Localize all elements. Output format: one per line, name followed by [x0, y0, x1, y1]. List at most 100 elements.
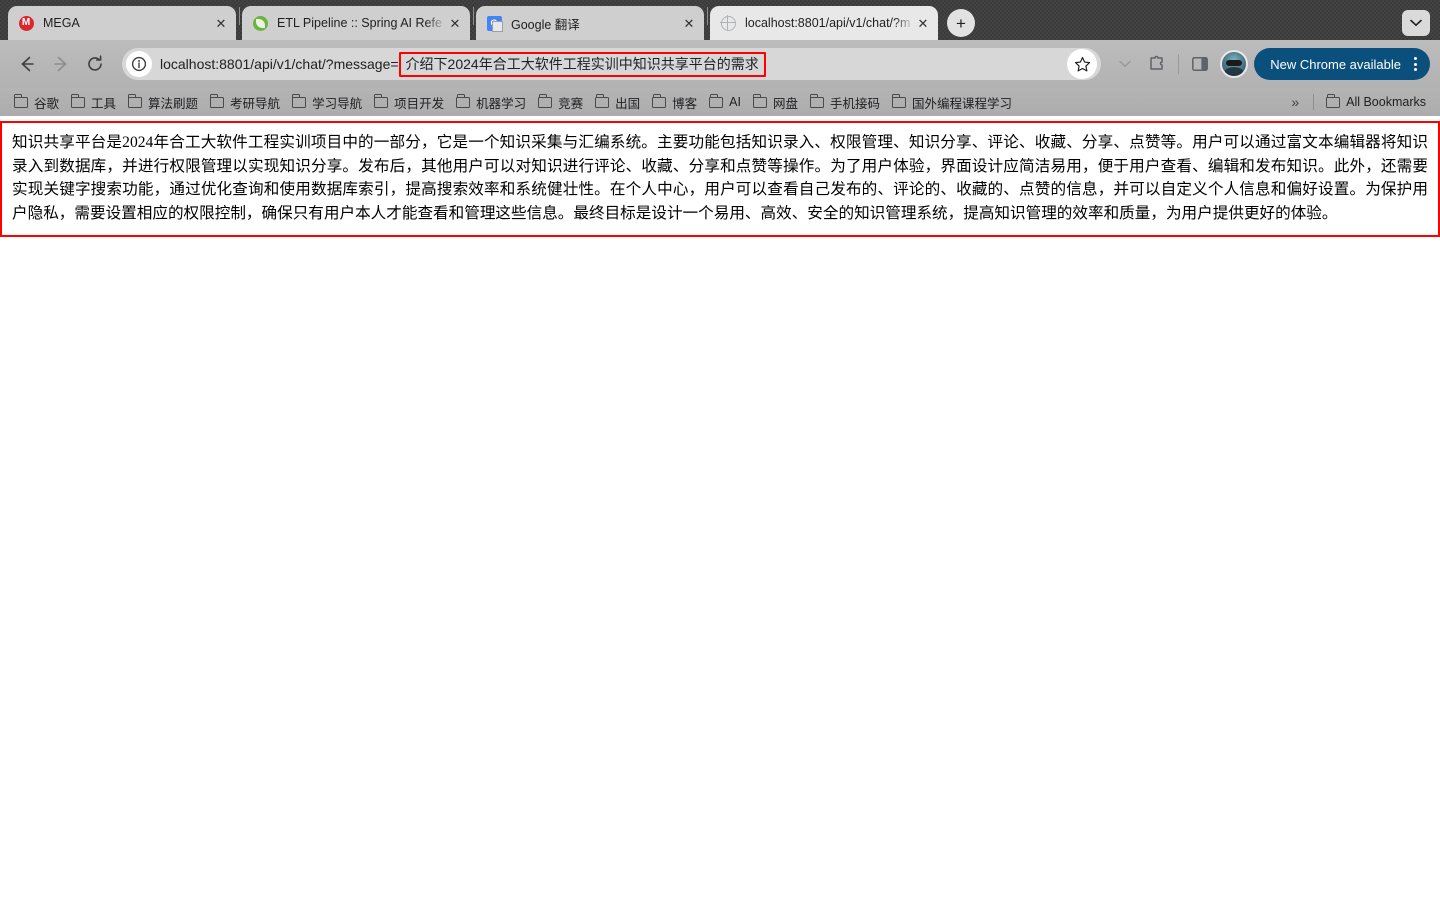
toolbar-divider — [1178, 54, 1179, 74]
bookmark-label: 机器学习 — [476, 93, 526, 112]
plus-icon: + — [956, 15, 966, 32]
bookmark-folder-chuguo[interactable]: 出国 — [589, 90, 646, 115]
url-query-highlight: 介绍下2024年合工大软件工程实训中知识共享平台的需求 — [399, 52, 766, 77]
bookmark-folder-jiqixuexi[interactable]: 机器学习 — [450, 90, 532, 115]
folder-icon — [753, 97, 767, 108]
close-icon[interactable]: ✕ — [212, 14, 230, 32]
tab-search-button[interactable] — [1402, 10, 1430, 36]
chevron-down-icon — [1118, 59, 1132, 69]
bookmark-label: 项目开发 — [394, 93, 444, 112]
folder-icon — [14, 97, 28, 108]
folder-icon — [652, 97, 666, 108]
avatar[interactable] — [1220, 50, 1248, 78]
bookmark-folder-xuexidaohang[interactable]: 学习导航 — [286, 90, 368, 115]
bookmark-label: 网盘 — [773, 93, 798, 112]
side-panel-icon — [1191, 55, 1209, 73]
kebab-dot — [1414, 63, 1417, 66]
info-circle-icon — [131, 56, 147, 72]
browser-tab-localhost-chat[interactable]: localhost:8801/api/v1/chat/?m ✕ — [710, 6, 938, 40]
reload-icon — [85, 54, 105, 74]
tab-title: Google 翻译 — [511, 14, 680, 33]
folder-icon — [810, 97, 824, 108]
bookmark-label: 工具 — [91, 93, 116, 112]
kebab-dot — [1414, 68, 1417, 71]
page-viewport: 知识共享平台是2024年合工大软件工程实训项目中的一部分，它是一个知识采集与汇编… — [0, 121, 1440, 900]
tab-strip: M MEGA ✕ ETL Pipeline :: Spring AI Refe … — [0, 0, 1440, 40]
chat-response-text: 知识共享平台是2024年合工大软件工程实训项目中的一部分，它是一个知识采集与汇编… — [0, 121, 1440, 237]
browser-tab-etl-pipeline[interactable]: ETL Pipeline :: Spring AI Refe ✕ — [242, 6, 470, 40]
update-chrome-button[interactable]: New Chrome available — [1254, 48, 1430, 80]
forward-button[interactable] — [44, 47, 78, 81]
back-button[interactable] — [10, 47, 44, 81]
new-tab-button[interactable]: + — [947, 9, 975, 37]
browser-toolbar: localhost:8801/api/v1/chat/?message=介绍下2… — [0, 40, 1440, 88]
bookmark-folder-ai[interactable]: AI — [703, 92, 747, 112]
update-chrome-label: New Chrome available — [1270, 57, 1401, 72]
bookmark-folder-jingsai[interactable]: 竞赛 — [532, 90, 589, 115]
bookmark-label: 国外编程课程学习 — [912, 93, 1012, 112]
spring-leaf-icon — [252, 15, 268, 31]
site-info-icon[interactable] — [126, 51, 152, 77]
tab-separator — [473, 7, 474, 25]
bookmarks-overflow-button[interactable]: » — [1283, 92, 1307, 112]
chrome-menu-button[interactable] — [1409, 57, 1422, 71]
url-base-text: localhost:8801/api/v1/chat/?message= — [160, 56, 399, 72]
tab-title: MEGA — [43, 16, 212, 30]
folder-icon — [210, 97, 224, 108]
bookmark-label: AI — [729, 95, 741, 109]
browser-tab-mega[interactable]: M MEGA ✕ — [8, 6, 236, 40]
bookmark-folder-gongju[interactable]: 工具 — [65, 90, 122, 115]
extensions-button[interactable] — [1141, 48, 1173, 80]
bookmark-label: 考研导航 — [230, 93, 280, 112]
folder-icon — [595, 97, 609, 108]
reload-button[interactable] — [78, 47, 112, 81]
google-translate-icon: G — [486, 15, 502, 31]
tab-separator — [239, 7, 240, 25]
star-icon — [1074, 56, 1091, 73]
folder-icon — [374, 97, 388, 108]
back-arrow-icon — [17, 54, 37, 74]
folder-icon — [128, 97, 142, 108]
chevron-down-icon — [1410, 19, 1422, 27]
bookmark-label: 博客 — [672, 93, 697, 112]
forward-arrow-icon — [51, 54, 71, 74]
bookmarks-divider — [1313, 94, 1314, 110]
tab-title: localhost:8801/api/v1/chat/?m — [745, 16, 914, 30]
browser-tab-google-translate[interactable]: G Google 翻译 ✕ — [476, 6, 704, 40]
bookmark-folder-guge[interactable]: 谷歌 — [8, 90, 65, 115]
folder-icon — [709, 97, 723, 108]
bookmark-folder-boke[interactable]: 博客 — [646, 90, 703, 115]
folder-icon — [292, 97, 306, 108]
tab-separator — [707, 7, 708, 25]
bookmark-label: 谷歌 — [34, 93, 59, 112]
bookmark-folder-shoujijiema[interactable]: 手机接码 — [804, 90, 886, 115]
tab-title: ETL Pipeline :: Spring AI Refe — [277, 16, 446, 30]
close-icon[interactable]: ✕ — [914, 14, 932, 32]
bookmark-star-button[interactable] — [1067, 49, 1097, 79]
close-icon[interactable]: ✕ — [680, 14, 698, 32]
close-icon[interactable]: ✕ — [446, 14, 464, 32]
bookmark-folder-guowaibianchengkecheng[interactable]: 国外编程课程学习 — [886, 90, 1018, 115]
downloads-button[interactable] — [1109, 48, 1141, 80]
bookmark-folder-kaoyandaohang[interactable]: 考研导航 — [204, 90, 286, 115]
bookmark-label: 手机接码 — [830, 93, 880, 112]
bookmark-label: 学习导航 — [312, 93, 362, 112]
bookmark-folder-xiangmukaifa[interactable]: 项目开发 — [368, 90, 450, 115]
url-text[interactable]: localhost:8801/api/v1/chat/?message=介绍下2… — [160, 52, 1063, 77]
bookmark-folder-suanfashuati[interactable]: 算法刷题 — [122, 90, 204, 115]
mega-icon: M — [18, 15, 34, 31]
folder-icon — [71, 97, 85, 108]
kebab-dot — [1414, 57, 1417, 60]
puzzle-piece-icon — [1147, 54, 1167, 74]
globe-icon — [720, 15, 736, 31]
all-bookmarks-label: All Bookmarks — [1346, 95, 1426, 109]
side-panel-button[interactable] — [1184, 48, 1216, 80]
folder-icon — [538, 97, 552, 108]
bookmarks-bar: 谷歌 工具 算法刷题 考研导航 学习导航 项目开发 机器学习 竞赛 出国 博客 … — [0, 88, 1440, 116]
all-bookmarks-button[interactable]: All Bookmarks — [1320, 92, 1432, 112]
folder-icon — [1326, 97, 1340, 108]
address-bar[interactable]: localhost:8801/api/v1/chat/?message=介绍下2… — [122, 48, 1101, 80]
folder-icon — [892, 97, 906, 108]
bookmark-folder-wangpan[interactable]: 网盘 — [747, 90, 804, 115]
bookmark-label: 算法刷题 — [148, 93, 198, 112]
